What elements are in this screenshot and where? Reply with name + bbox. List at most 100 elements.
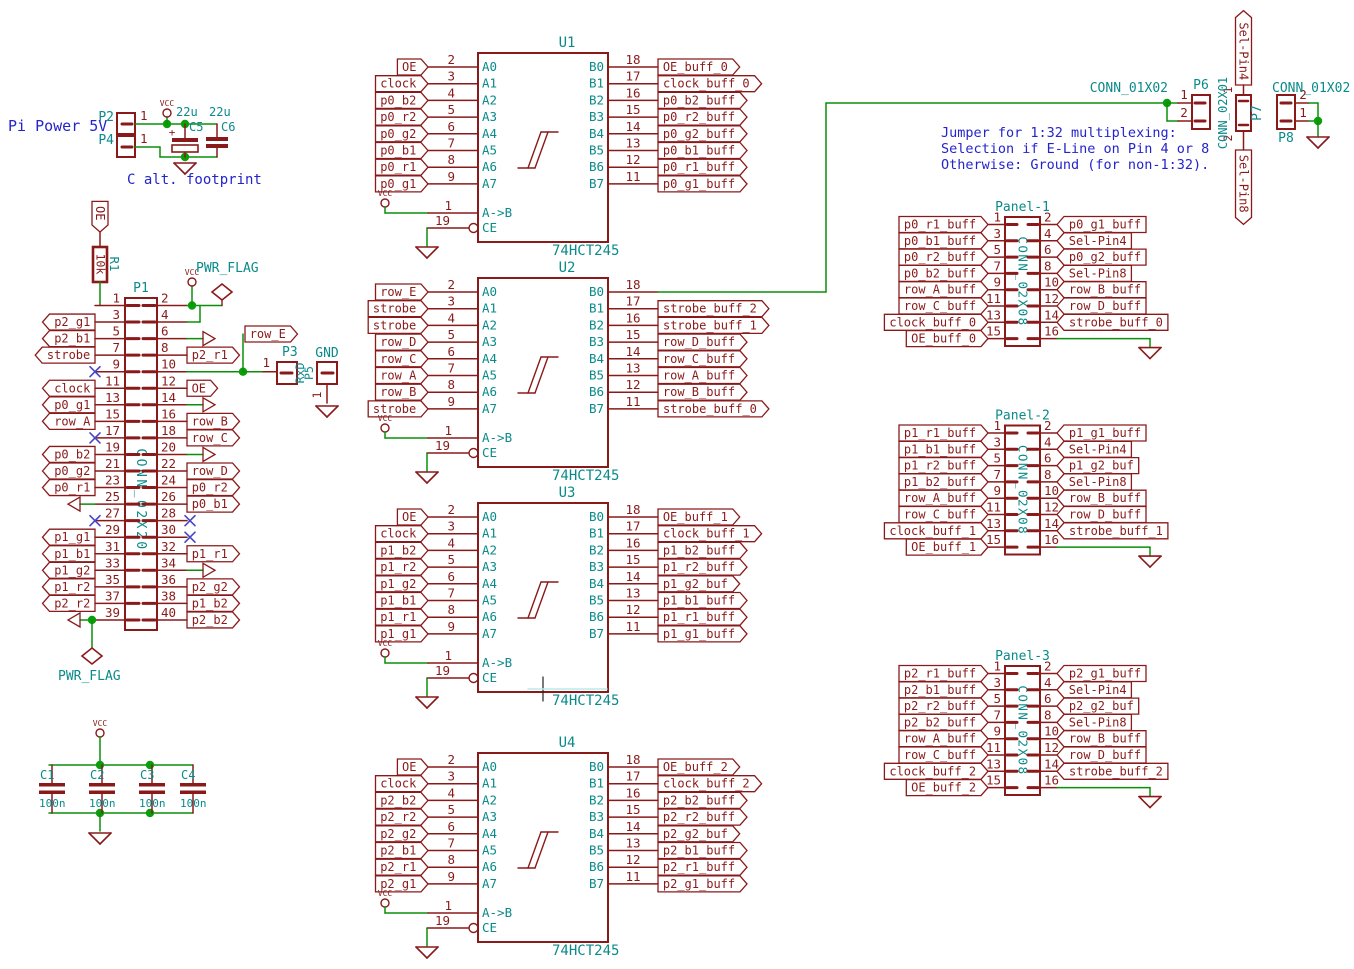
- note-c-alt-footprint[interactable]: C alt. footprint: [127, 172, 262, 188]
- global-label-text: p0_g2_buff: [663, 127, 735, 141]
- gnd-symbol[interactable]: [427, 947, 438, 958]
- panel-value: CONN_02X08: [1016, 236, 1031, 326]
- pin-number: 1: [140, 108, 148, 123]
- empty-label-arrow[interactable]: [68, 613, 80, 627]
- pin-number: 6: [447, 569, 455, 584]
- gnd-symbol[interactable]: [427, 247, 438, 258]
- gnd-symbol[interactable]: [416, 247, 427, 258]
- global-label-text: Sel-Pin4: [1237, 22, 1251, 80]
- vcc-symbol[interactable]: [381, 199, 389, 207]
- pin-name: A->B: [482, 905, 512, 920]
- hysteresis-symbol: [535, 357, 548, 393]
- global-label-text: p1_g1: [54, 530, 90, 544]
- gnd-symbol[interactable]: [327, 406, 338, 417]
- gnd-symbol[interactable]: [1307, 137, 1318, 148]
- global-label-text: clock: [54, 381, 91, 395]
- pin-number: 11: [105, 373, 120, 388]
- pwr-flag-symbol[interactable]: [212, 284, 232, 300]
- pin-name: A->B: [482, 655, 512, 670]
- empty-label-arrow[interactable]: [203, 563, 215, 577]
- global-label-text: clock_buff_1: [663, 527, 750, 541]
- pin-name: B2: [589, 792, 604, 807]
- empty-label-arrow[interactable]: [68, 497, 80, 511]
- cap-plate[interactable]: [180, 783, 206, 787]
- cap-plate[interactable]: [139, 783, 165, 787]
- connector-p8[interactable]: [1277, 95, 1295, 129]
- global-label-text: p1_r1: [192, 547, 228, 561]
- schematic-canvas[interactable]: Pi Power 5V C alt. footprint Jumper for 1:…: [0, 0, 1354, 969]
- gnd-symbol[interactable]: [1139, 348, 1150, 359]
- vcc-symbol[interactable]: [96, 729, 104, 737]
- note-jumper-line3[interactable]: Otherwise: Ground (for non-1:32).: [941, 157, 1209, 173]
- gnd-symbol[interactable]: [427, 697, 438, 708]
- gnd-symbol[interactable]: [1150, 797, 1161, 808]
- gnd-symbol[interactable]: [427, 472, 438, 483]
- pin-number: 6: [1044, 451, 1052, 466]
- global-label-text: p1_b1: [380, 594, 416, 608]
- gnd-symbol[interactable]: [416, 947, 427, 958]
- pin-number: 16: [625, 85, 640, 100]
- empty-label-arrow[interactable]: [203, 447, 215, 461]
- pin-number: 30: [161, 522, 176, 537]
- global-label-text: clock_buff_2: [663, 777, 750, 791]
- cap-c5-plate[interactable]: [172, 138, 198, 142]
- gnd-symbol[interactable]: [89, 833, 100, 844]
- kicad-schematic[interactable]: Pi Power 5V C alt. footprint Jumper for 1:…: [0, 0, 1354, 969]
- cap-c5-value: 22u: [176, 105, 198, 119]
- gnd-symbol[interactable]: [416, 697, 427, 708]
- global-label-text: p1_r2_buff: [663, 560, 735, 574]
- pin-number: 36: [161, 572, 176, 587]
- note-jumper-line1[interactable]: Jumper for 1:32 multiplexing:: [941, 125, 1177, 141]
- gnd-symbol[interactable]: [1139, 797, 1150, 808]
- gnd-symbol[interactable]: [1139, 556, 1150, 567]
- pin-number: 1: [262, 355, 270, 370]
- global-label-text: row_D_buff: [1069, 299, 1141, 313]
- ce-bubble[interactable]: [469, 224, 478, 233]
- note-pi-power[interactable]: Pi Power 5V: [8, 117, 107, 135]
- empty-label-arrow[interactable]: [203, 398, 215, 412]
- vcc-symbol[interactable]: [163, 109, 171, 117]
- cap-plate[interactable]: [89, 783, 115, 787]
- pin-number: 4: [1044, 675, 1052, 690]
- vcc-symbol[interactable]: [188, 278, 196, 286]
- ce-bubble[interactable]: [469, 449, 478, 458]
- gnd-symbol[interactable]: [316, 406, 327, 417]
- connector-p1-ref: P1: [133, 281, 149, 296]
- cap-plate[interactable]: [39, 783, 65, 787]
- gnd-symbol[interactable]: [1150, 348, 1161, 359]
- gnd-symbol[interactable]: [416, 472, 427, 483]
- pin-number: 5: [447, 327, 455, 342]
- global-label-text: p0_r2_buff: [663, 110, 735, 124]
- ce-bubble[interactable]: [469, 924, 478, 933]
- gnd-symbol[interactable]: [1318, 137, 1329, 148]
- global-label-text: row_B_buff: [1069, 732, 1141, 746]
- cap-c5-plate[interactable]: [172, 145, 198, 152]
- pwr-flag-symbol[interactable]: [82, 648, 102, 664]
- ic-value: 74HCT245: [552, 243, 619, 259]
- pin-number: 12: [161, 373, 176, 388]
- gnd-symbol[interactable]: [1150, 556, 1161, 567]
- pin-number: 6: [447, 119, 455, 134]
- pin-number: 7: [993, 258, 1001, 273]
- vcc-symbol[interactable]: [381, 899, 389, 907]
- pin-number: 8: [447, 852, 455, 867]
- pin-number: 4: [447, 310, 455, 325]
- hysteresis-symbol: [528, 357, 541, 393]
- ce-bubble[interactable]: [469, 674, 478, 683]
- cap-c6-plate[interactable]: [206, 137, 228, 141]
- empty-label-arrow[interactable]: [203, 332, 215, 346]
- vcc-symbol-label: VCC: [93, 719, 108, 728]
- global-label-text: p2_b1_buff: [904, 683, 976, 697]
- gnd-symbol[interactable]: [100, 833, 111, 844]
- pin-name: A5: [482, 593, 497, 608]
- pin-number: 19: [435, 438, 450, 453]
- connector-p6[interactable]: [1192, 95, 1210, 129]
- pin-number: 12: [625, 377, 640, 392]
- pin-name: A1: [482, 526, 497, 541]
- vcc-symbol[interactable]: [381, 649, 389, 657]
- pin-number: 14: [1044, 516, 1059, 531]
- global-label-text: clock: [380, 527, 417, 541]
- note-jumper-line2[interactable]: Selection if E-Line on Pin 4 or 8: [941, 141, 1209, 157]
- global-label-text: row_D: [380, 335, 416, 349]
- vcc-symbol[interactable]: [381, 424, 389, 432]
